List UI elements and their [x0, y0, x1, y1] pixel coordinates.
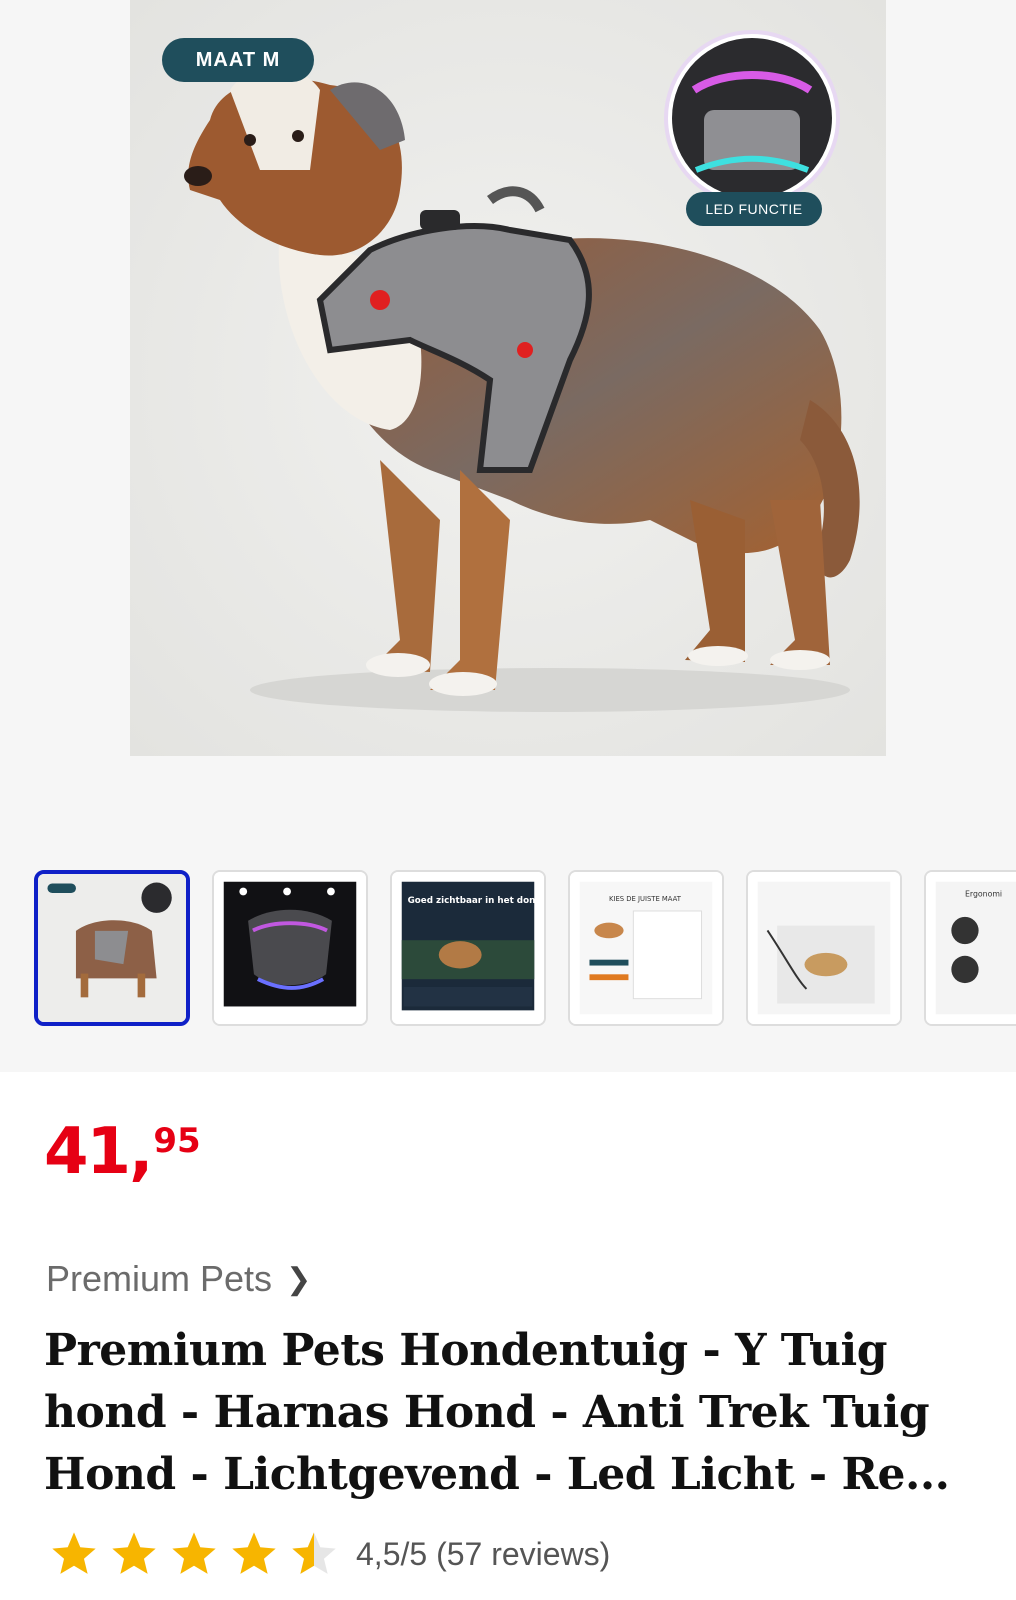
price-cents: 95: [153, 1121, 201, 1161]
thumbnail-dog-image: [38, 874, 186, 1022]
thumbnail-size-chart-image: KIES DE JUISTE MAAT: [570, 872, 722, 1024]
thumbnail-night-image: Goed zichtbaar in het donker: [392, 872, 544, 1024]
star-full-icon: [172, 1532, 216, 1574]
chevron-right-icon: ❯: [286, 1262, 312, 1296]
svg-text:KIES DE JUISTE MAAT: KIES DE JUISTE MAAT: [609, 895, 682, 903]
thumbnail-ergonomic-image: Ergonomi: [926, 872, 1016, 1024]
svg-text:Goed zichtbaar in het donker: Goed zichtbaar in het donker: [408, 896, 544, 906]
led-detail-inset: [664, 30, 840, 206]
led-badge: LED FUNCTIE: [686, 192, 822, 226]
product-title: Premium Pets Hondentuig - Y Tuig hond - …: [44, 1325, 950, 1500]
price: 41 , 95: [44, 1120, 201, 1184]
thumbnail-6[interactable]: Ergonomi: [924, 870, 1016, 1026]
size-badge: MAAT M: [162, 38, 314, 82]
thumbnail-4[interactable]: KIES DE JUISTE MAAT: [568, 870, 724, 1026]
rating[interactable]: 4,5/5 (57 reviews): [46, 1528, 610, 1580]
thumbnail-strip[interactable]: Goed zichtbaar in het donker KIES DE JUI…: [34, 870, 1016, 1028]
thumbnail-leash-image: [748, 872, 900, 1024]
thumbnail-3[interactable]: Goed zichtbaar in het donker: [390, 870, 546, 1026]
brand-link[interactable]: Premium Pets ❯: [46, 1258, 311, 1300]
price-separator: ,: [129, 1115, 154, 1189]
star-half-icon: [292, 1532, 336, 1574]
product-gallery: MAAT M LED FUNCTIE Goed zichtbaar in het…: [0, 0, 1016, 1072]
hero-image[interactable]: MAAT M LED FUNCTIE: [130, 0, 886, 756]
rating-text: 4,5/5 (57 reviews): [356, 1535, 611, 1572]
star-full-icon: [52, 1532, 96, 1574]
thumbnail-led-harness-image: [214, 872, 366, 1024]
thumbnail-1[interactable]: [34, 870, 190, 1026]
svg-text:Ergonomi: Ergonomi: [965, 889, 1002, 898]
thumbnail-2[interactable]: [212, 870, 368, 1026]
brand-name: Premium Pets: [46, 1258, 273, 1299]
star-full-icon: [112, 1532, 156, 1574]
thumbnail-5[interactable]: [746, 870, 902, 1026]
price-euros: 41: [44, 1115, 131, 1189]
star-full-icon: [232, 1532, 276, 1574]
star-rating: [46, 1528, 346, 1580]
